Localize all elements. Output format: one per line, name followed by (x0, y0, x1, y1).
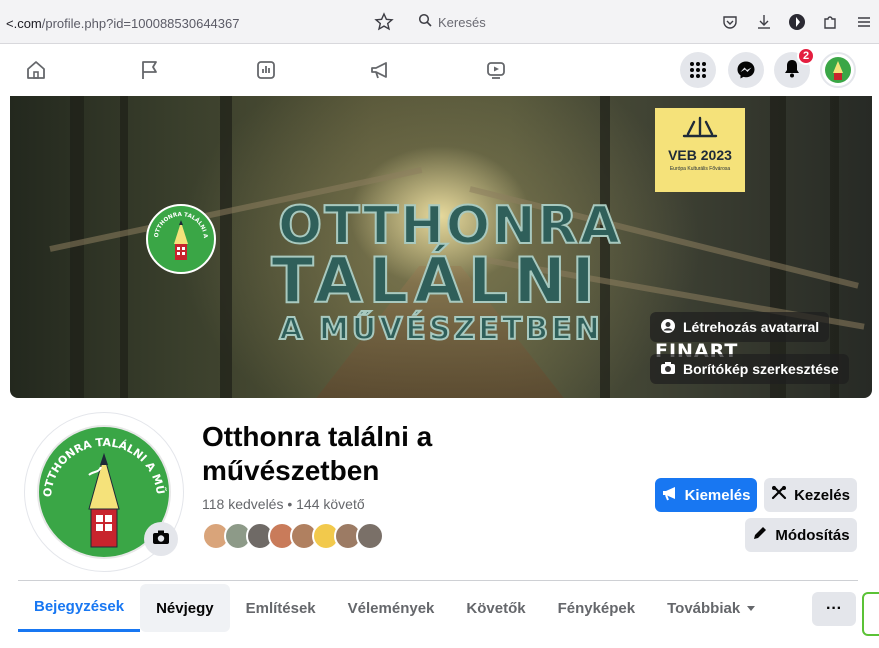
avatar-camera-button[interactable] (144, 522, 178, 556)
apps-grid-icon[interactable] (680, 52, 716, 88)
notifications-button[interactable]: 2 (774, 47, 815, 88)
edit-page-button[interactable]: Módosítás (745, 518, 857, 552)
cover-tree (770, 96, 786, 398)
camera-icon (660, 360, 676, 379)
tab-label: Névjegy (156, 599, 214, 617)
address-bar[interactable]: <.com/profile.php?id=100088530644367 (6, 16, 239, 31)
tab-about[interactable]: Névjegy (140, 584, 230, 632)
pocket-icon[interactable] (720, 12, 740, 32)
home-icon[interactable] (22, 56, 50, 84)
search-icon (418, 13, 432, 32)
friend-avatar[interactable] (356, 522, 384, 550)
veb-2023-logo: VEB 2023 Európa Kulturális Fővárosa (655, 108, 745, 192)
account-avatar[interactable] (820, 52, 856, 88)
friend-avatars[interactable] (202, 522, 384, 552)
hamburger-menu-icon[interactable] (854, 12, 874, 32)
tab-more[interactable]: Továbbiak (651, 584, 772, 632)
flag-icon[interactable] (136, 56, 164, 84)
edit-cover-label: Borítókép szerkesztése (683, 361, 839, 377)
veb-subtitle: Európa Kulturális Fővárosa (669, 166, 731, 172)
notification-badge: 2 (797, 47, 815, 65)
tab-posts[interactable]: Bejegyzések (18, 584, 141, 632)
more-options-button[interactable]: ··· (812, 592, 856, 626)
tools-icon (771, 485, 787, 505)
url-path: /profile.php?id=100088530644367 (41, 16, 240, 31)
edit-label: Módosítás (775, 526, 850, 544)
extensions-icon[interactable] (820, 12, 840, 32)
cover-title-line3: A MŰVÉSZETBEN (278, 311, 603, 348)
account-icon[interactable] (787, 12, 807, 32)
tab-label: Továbbiak (667, 599, 741, 617)
tab-reviews[interactable]: Vélemények (332, 584, 451, 632)
page-tabs: Bejegyzések Névjegy Említések Vélemények… (18, 584, 772, 634)
cover-tree (220, 96, 232, 398)
tab-label: Vélemények (347, 599, 435, 617)
browser-toolbar: <.com/profile.php?id=100088530644367 Ker… (0, 0, 879, 44)
cover-tree (120, 96, 128, 398)
tab-followers[interactable]: Követők (450, 584, 541, 632)
tab-label: Fényképek (557, 599, 636, 617)
pencil-icon (752, 525, 768, 545)
bookmark-star-icon[interactable] (374, 12, 394, 32)
cover-logo: OTTHONRA TALÁLNI A MŰVÉSZETBEN (145, 200, 216, 274)
promote-button[interactable]: Kiemelés (655, 478, 757, 512)
cover-title-line2: TALÁLNI (270, 243, 601, 318)
megaphone-icon (662, 485, 678, 505)
tab-label: Bejegyzések (34, 598, 125, 615)
url-domain: <.com (6, 16, 42, 31)
messenger-icon[interactable] (728, 52, 764, 88)
search-placeholder: Keresés (438, 14, 486, 30)
create-with-avatar-label: Létrehozás avatarral (683, 319, 820, 335)
page-stats[interactable]: 118 kedvelés • 144 követő (202, 496, 365, 512)
avatar-icon (660, 318, 676, 337)
tab-label: Követők (466, 599, 526, 617)
edit-cover-button[interactable]: Borítókép szerkesztése (650, 354, 849, 384)
tab-mentions[interactable]: Említések (230, 584, 332, 632)
download-icon[interactable] (754, 12, 774, 32)
manage-button[interactable]: Kezelés (764, 478, 857, 512)
ads-manager-icon[interactable] (252, 56, 280, 84)
video-icon[interactable] (482, 56, 510, 84)
manage-label: Kezelés (794, 486, 850, 504)
browser-search-box[interactable]: Keresés (412, 10, 622, 34)
megaphone-icon[interactable] (366, 56, 394, 84)
veb-year: VEB 2023 (668, 147, 732, 163)
cover-tree (830, 96, 839, 398)
create-with-avatar-button[interactable]: Létrehozás avatarral (650, 312, 830, 342)
veb-rays-icon (682, 116, 718, 138)
tabs-divider (18, 580, 858, 581)
camera-icon (152, 529, 170, 550)
page-title: Otthonra találni a művészetben (202, 421, 433, 486)
tab-photos[interactable]: Fényképek (542, 584, 652, 632)
promote-label: Kiemelés (684, 486, 751, 504)
extension-side-badge[interactable] (862, 592, 879, 636)
caret-down-icon (746, 600, 756, 617)
facebook-top-nav: 2 (0, 44, 879, 96)
tab-label: Említések (245, 599, 316, 617)
cover-photo: OTTHONRA TALÁLNI A MŰVÉSZETBEN VEB 2023 … (10, 96, 872, 398)
